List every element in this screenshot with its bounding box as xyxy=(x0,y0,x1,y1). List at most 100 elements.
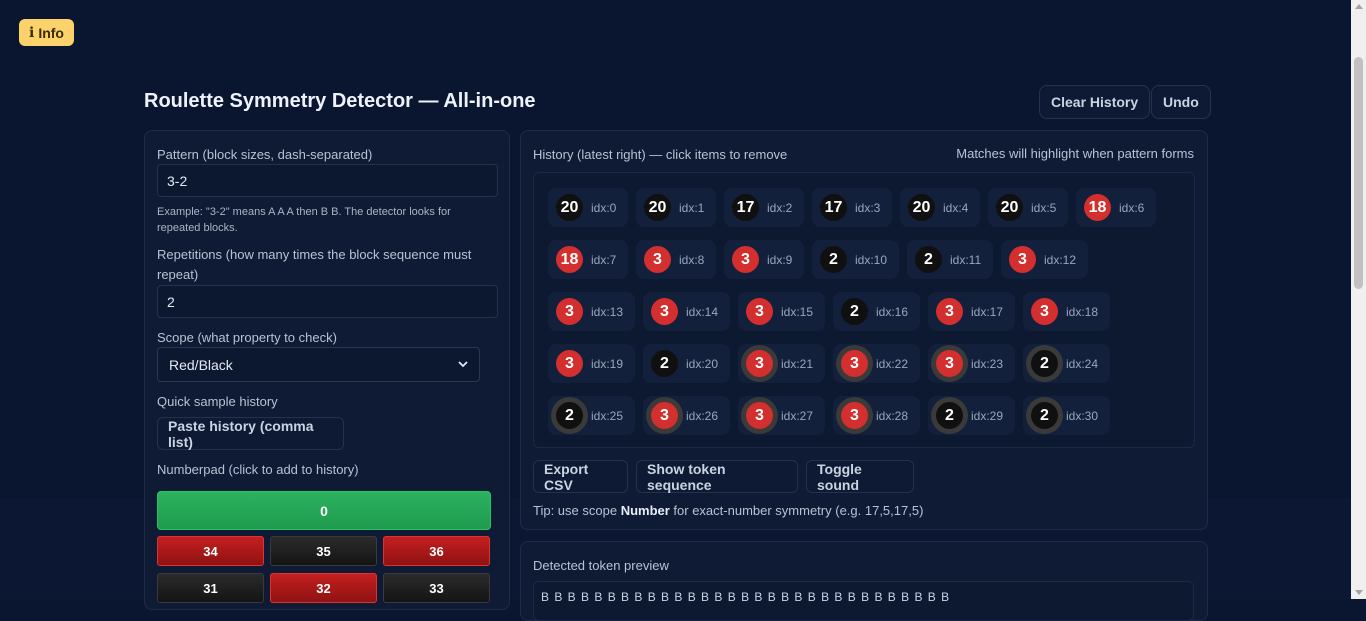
history-index-label: idx:13 xyxy=(591,304,624,319)
tip-bold: Number xyxy=(620,503,670,518)
history-item[interactable]: 3 idx:19 xyxy=(548,344,636,383)
scope-label: Scope (what property to check) xyxy=(157,330,337,345)
history-number-ball: 17 xyxy=(732,194,759,221)
history-number-ball: 3 xyxy=(936,298,963,325)
history-item[interactable]: 2 idx:20 xyxy=(643,344,731,383)
history-index-label: idx:6 xyxy=(1119,200,1145,215)
history-item[interactable]: 3 idx:17 xyxy=(928,292,1016,331)
history-index-label: idx:20 xyxy=(686,356,719,371)
vertical-scrollbar[interactable] xyxy=(1351,0,1366,599)
scroll-up-arrow-icon[interactable] xyxy=(1355,4,1363,9)
history-number-ball: 3 xyxy=(644,246,671,273)
history-item[interactable]: 2 idx:24 xyxy=(1023,344,1111,383)
history-number-ball: 3 xyxy=(651,402,678,429)
history-number-ball: 2 xyxy=(651,350,678,377)
history-item[interactable]: 2 idx:11 xyxy=(907,240,994,279)
history-number-ball: 3 xyxy=(746,298,773,325)
history-number-ball: 18 xyxy=(556,246,583,273)
history-item[interactable]: 2 idx:10 xyxy=(812,240,900,279)
history-number-ball: 3 xyxy=(556,350,583,377)
token-preview-title: Detected token preview xyxy=(533,558,669,573)
history-index-label: idx:10 xyxy=(855,252,888,267)
pattern-input[interactable]: 3-2 xyxy=(157,164,498,197)
export-csv-button[interactable]: Export CSV xyxy=(533,460,628,493)
history-number-ball: 2 xyxy=(841,298,868,325)
history-number-ball: 2 xyxy=(1031,402,1058,429)
numberpad-label: Numberpad (click to add to history) xyxy=(157,462,359,477)
history-number-ball: 3 xyxy=(1009,246,1036,273)
history-item[interactable]: 3 idx:14 xyxy=(643,292,731,331)
history-number-ball: 2 xyxy=(915,246,942,273)
history-number-ball: 2 xyxy=(556,402,583,429)
history-item[interactable]: 3 idx:23 xyxy=(928,344,1016,383)
history-number-ball: 2 xyxy=(936,402,963,429)
history-index-label: idx:14 xyxy=(686,304,719,319)
pattern-note: Example: "3-2" means A A A then B B. The… xyxy=(157,206,451,234)
history-item[interactable]: 2 idx:16 xyxy=(833,292,921,331)
history-item[interactable]: 20 idx:1 xyxy=(636,188,717,227)
history-index-label: idx:28 xyxy=(876,408,909,423)
history-item[interactable]: 3 idx:8 xyxy=(636,240,717,279)
numpad-key-36[interactable]: 36 xyxy=(383,536,490,566)
history-item[interactable]: 2 idx:29 xyxy=(928,396,1016,435)
info-icon: ℹ xyxy=(29,24,35,40)
numpad-key-34[interactable]: 34 xyxy=(157,536,264,566)
history-number-ball: 3 xyxy=(556,298,583,325)
scrollbar-thumb[interactable] xyxy=(1354,57,1363,289)
history-item[interactable]: 17 idx:3 xyxy=(812,188,893,227)
history-index-label: idx:23 xyxy=(971,356,1004,371)
history-item[interactable]: 3 idx:21 xyxy=(738,344,826,383)
history-index-label: idx:26 xyxy=(686,408,719,423)
history-index-label: idx:8 xyxy=(679,252,705,267)
history-item[interactable]: 3 idx:15 xyxy=(738,292,826,331)
history-index-label: idx:9 xyxy=(767,252,793,267)
history-index-label: idx:3 xyxy=(855,200,881,215)
info-button[interactable]: ℹ Info xyxy=(19,19,74,46)
history-item[interactable]: 3 idx:12 xyxy=(1001,240,1089,279)
history-item[interactable]: 20 idx:0 xyxy=(548,188,629,227)
history-item[interactable]: 3 idx:22 xyxy=(833,344,921,383)
show-token-sequence-button[interactable]: Show token sequence xyxy=(636,460,798,493)
history-index-label: idx:29 xyxy=(971,408,1004,423)
history-item[interactable]: 3 idx:18 xyxy=(1023,292,1111,331)
history-number-ball: 20 xyxy=(996,194,1023,221)
paste-history-button[interactable]: Paste history (comma list) xyxy=(157,417,344,450)
history-item[interactable]: 18 idx:7 xyxy=(548,240,629,279)
history-item[interactable]: 3 idx:26 xyxy=(643,396,731,435)
chevron-down-icon xyxy=(458,361,468,368)
history-number-ball: 3 xyxy=(732,246,759,273)
history-item[interactable]: 18 idx:6 xyxy=(1076,188,1157,227)
history-index-label: idx:19 xyxy=(591,356,624,371)
history-index-label: idx:17 xyxy=(971,304,1004,319)
history-item[interactable]: 3 idx:27 xyxy=(738,396,826,435)
history-number-ball: 3 xyxy=(841,402,868,429)
history-item[interactable]: 2 idx:25 xyxy=(548,396,636,435)
undo-button[interactable]: Undo xyxy=(1151,85,1211,119)
history-item[interactable]: 17 idx:2 xyxy=(724,188,805,227)
history-item[interactable]: 20 idx:5 xyxy=(988,188,1069,227)
history-index-label: idx:24 xyxy=(1066,356,1099,371)
repetitions-input[interactable]: 2 xyxy=(157,285,498,318)
tip-suffix: for exact-number symmetry (e.g. 17,5,17,… xyxy=(669,503,924,518)
history-index-label: idx:27 xyxy=(781,408,814,423)
numpad-key-35[interactable]: 35 xyxy=(270,536,377,566)
quick-sample-label: Quick sample history xyxy=(157,394,278,409)
history-number-ball: 3 xyxy=(746,402,773,429)
history-item[interactable]: 3 idx:13 xyxy=(548,292,636,331)
history-number-ball: 20 xyxy=(556,194,583,221)
info-label: Info xyxy=(38,24,64,41)
scope-select[interactable]: Red/Black xyxy=(157,347,480,382)
history-number-ball: 3 xyxy=(841,350,868,377)
history-item[interactable]: 3 idx:28 xyxy=(833,396,921,435)
history-item[interactable]: 20 idx:4 xyxy=(900,188,981,227)
toggle-sound-button[interactable]: Toggle sound xyxy=(806,460,914,493)
clear-history-button[interactable]: Clear History xyxy=(1039,85,1151,119)
history-number-ball: 18 xyxy=(1084,194,1111,221)
history-number-ball: 17 xyxy=(820,194,847,221)
history-index-label: idx:7 xyxy=(591,252,617,267)
numpad-key-0[interactable]: 0 xyxy=(157,491,491,530)
scroll-down-arrow-icon[interactable] xyxy=(1355,590,1363,595)
history-index-label: idx:12 xyxy=(1044,252,1077,267)
history-item[interactable]: 2 idx:30 xyxy=(1023,396,1111,435)
history-item[interactable]: 3 idx:9 xyxy=(724,240,805,279)
